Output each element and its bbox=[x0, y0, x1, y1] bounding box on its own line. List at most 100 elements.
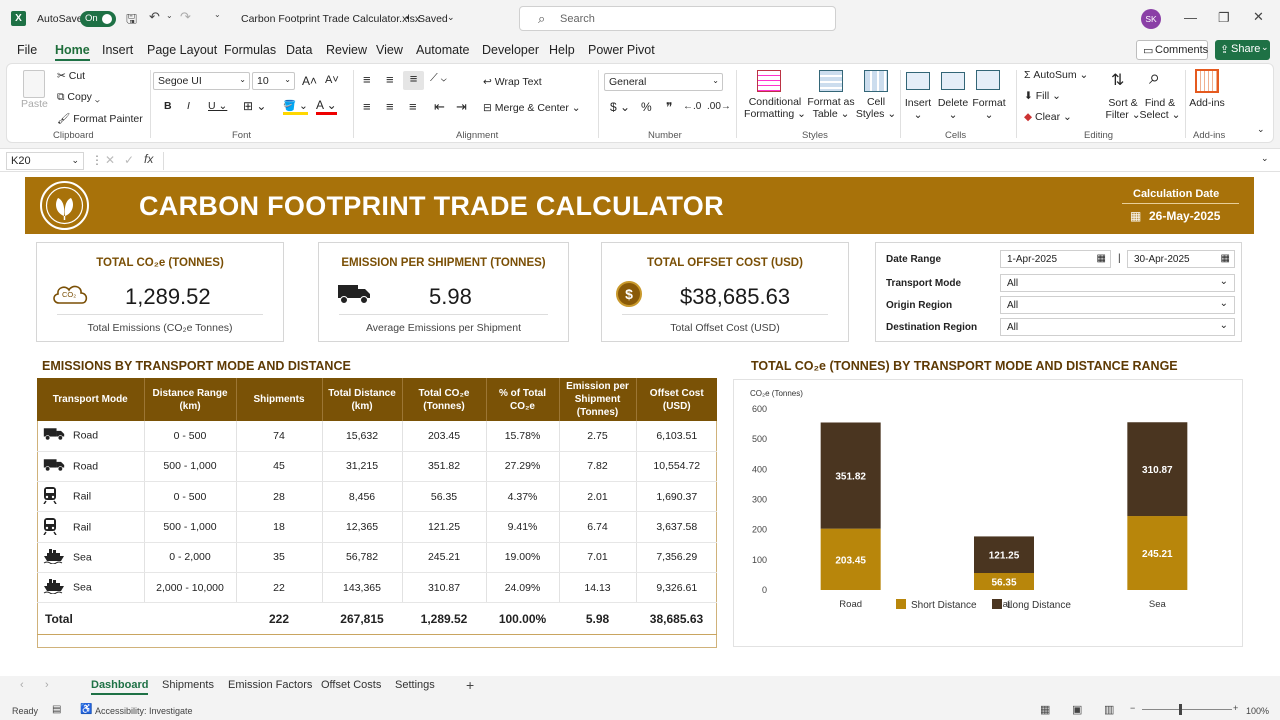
fill-color-icon[interactable]: 🪣 ⌄ bbox=[283, 99, 308, 115]
increase-indent-icon[interactable]: ⇥ bbox=[456, 99, 467, 115]
more-options-icon[interactable]: ⋮ bbox=[91, 153, 103, 167]
font-size-select[interactable]: 10 ⌄ bbox=[252, 72, 295, 90]
customize-toolbar-icon[interactable]: ⌄ bbox=[214, 10, 221, 19]
align-bottom-icon[interactable]: ≡ bbox=[403, 71, 424, 90]
scroll-left-icon[interactable]: ‹ bbox=[20, 679, 24, 691]
normal-view-icon[interactable]: ▦ bbox=[1040, 703, 1050, 716]
decrease-indent-icon[interactable]: ⇤ bbox=[434, 99, 445, 115]
collapse-ribbon-icon[interactable]: ⌄ bbox=[1257, 124, 1265, 135]
cell-transport-mode[interactable]: Road bbox=[37, 421, 145, 452]
cell-cost[interactable]: 3,637.58 bbox=[636, 511, 717, 543]
align-middle-icon[interactable]: ≡ bbox=[386, 72, 394, 87]
cell-per[interactable]: 7.01 bbox=[559, 542, 637, 573]
cell-co2[interactable]: 310.87 bbox=[402, 572, 487, 604]
user-avatar[interactable]: SK bbox=[1141, 9, 1161, 29]
cell-empty[interactable] bbox=[144, 602, 236, 636]
cell-cost[interactable]: 9,326.61 bbox=[636, 572, 717, 604]
cell-per[interactable]: 14.13 bbox=[559, 572, 637, 604]
cell-co2[interactable]: 245.21 bbox=[402, 542, 487, 573]
add-sheet-icon[interactable]: + bbox=[466, 677, 474, 693]
comma-style-icon[interactable]: ❞ bbox=[666, 100, 672, 114]
saved-chevron-icon[interactable]: ⌄ bbox=[447, 12, 455, 23]
expand-formula-icon[interactable]: ⌄ bbox=[1261, 153, 1269, 164]
format-button[interactable]: Format ⌄ bbox=[971, 97, 1007, 121]
align-center-icon[interactable]: ≡ bbox=[386, 99, 394, 114]
italic-icon[interactable]: I bbox=[187, 100, 190, 112]
insert-cells-icon[interactable] bbox=[906, 72, 930, 90]
saved-status[interactable]: Saved bbox=[418, 13, 448, 25]
percent-icon[interactable]: % bbox=[641, 100, 652, 114]
cell-range[interactable]: 0 - 500 bbox=[144, 481, 237, 513]
header-offset-cost[interactable]: Offset Cost (USD) bbox=[636, 378, 717, 421]
cell-range[interactable]: 500 - 1,000 bbox=[144, 511, 237, 543]
clear-button[interactable]: ◆ Clear ⌄ bbox=[1024, 111, 1072, 123]
format-as-table-button[interactable]: Format as Table ⌄ bbox=[803, 96, 859, 120]
sheet-tab-offset-costs[interactable]: Offset Costs bbox=[321, 679, 381, 691]
total-cost[interactable]: 38,685.63 bbox=[636, 602, 717, 636]
date-to-picker[interactable]: 30-Apr-2025 ▦ bbox=[1127, 250, 1235, 268]
transport-mode-select[interactable]: All ⌄ bbox=[1000, 274, 1235, 292]
menu-insert[interactable]: Insert bbox=[102, 43, 133, 57]
decrease-font-icon[interactable]: A˅ bbox=[325, 74, 339, 86]
cell-distance[interactable]: 56,782 bbox=[322, 542, 403, 573]
cell-range[interactable]: 0 - 2,000 bbox=[144, 542, 237, 573]
conditional-formatting-icon[interactable] bbox=[757, 70, 781, 92]
font-color-icon[interactable]: A ⌄ bbox=[316, 98, 337, 115]
header-total-distance[interactable]: Total Distance (km) bbox=[322, 378, 403, 421]
share-button[interactable]: ⇪ Share ⌄ bbox=[1215, 40, 1270, 60]
menu-automate[interactable]: Automate bbox=[416, 43, 470, 57]
macro-record-icon[interactable]: ▤ bbox=[52, 704, 61, 715]
cell-cost[interactable]: 7,356.29 bbox=[636, 542, 717, 573]
increase-font-icon[interactable]: A˄ bbox=[302, 74, 317, 88]
addins-icon[interactable] bbox=[1195, 69, 1219, 93]
font-family-select[interactable]: Segoe UI ⌄ bbox=[153, 72, 250, 90]
cell-co2[interactable]: 351.82 bbox=[402, 451, 487, 483]
menu-file[interactable]: File bbox=[17, 43, 37, 57]
total-co2[interactable]: 1,289.52 bbox=[402, 602, 486, 636]
zoom-slider[interactable] bbox=[1142, 709, 1232, 710]
undo-dropdown-icon[interactable]: ⌄ bbox=[166, 11, 173, 20]
comments-button[interactable]: ▭ Comments bbox=[1136, 40, 1208, 60]
sheet-tab-emission-factors[interactable]: Emission Factors bbox=[228, 679, 312, 691]
paste-icon[interactable] bbox=[23, 70, 45, 98]
header-shipments[interactable]: Shipments bbox=[236, 378, 323, 421]
total-pct[interactable]: 100.00% bbox=[486, 602, 559, 636]
number-format-select[interactable]: General ⌄ bbox=[604, 73, 723, 91]
cell-distance[interactable]: 143,365 bbox=[322, 572, 403, 604]
paste-button[interactable]: Paste bbox=[21, 98, 48, 110]
cell-per[interactable]: 2.01 bbox=[559, 481, 637, 513]
search-box[interactable]: ⌕ Search bbox=[519, 6, 836, 31]
cell-cost[interactable]: 6,103.51 bbox=[636, 421, 717, 452]
page-layout-view-icon[interactable]: ▣ bbox=[1072, 703, 1082, 716]
insert-function-icon[interactable]: fx bbox=[144, 152, 153, 166]
cut-button[interactable]: ✂ Cut bbox=[57, 70, 85, 82]
orientation-icon[interactable]: ⟋ ⌄ bbox=[430, 72, 447, 85]
addins-button[interactable]: Add-ins bbox=[1187, 97, 1227, 109]
cell-styles-button[interactable]: Cell Styles ⌄ bbox=[853, 96, 899, 120]
minimize-icon[interactable]: — bbox=[1184, 10, 1197, 25]
cell-distance[interactable]: 12,365 bbox=[322, 511, 403, 543]
header-distance-range[interactable]: Distance Range (km) bbox=[144, 378, 237, 421]
autosum-button[interactable]: Σ AutoSum ⌄ bbox=[1024, 69, 1088, 81]
menu-review[interactable]: Review bbox=[326, 43, 367, 57]
menu-data[interactable]: Data bbox=[286, 43, 312, 57]
cell-co2[interactable]: 56.35 bbox=[402, 481, 487, 513]
origin-region-select[interactable]: All ⌄ bbox=[1000, 296, 1235, 314]
bold-icon[interactable]: B bbox=[164, 100, 172, 112]
cell-range[interactable]: 500 - 1,000 bbox=[144, 451, 237, 483]
cell-transport-mode[interactable]: Rail bbox=[37, 511, 145, 543]
insert-button[interactable]: Insert ⌄ bbox=[901, 97, 935, 121]
menu-page-layout[interactable]: Page Layout bbox=[147, 43, 217, 57]
find-select-button[interactable]: Find & Select ⌄ bbox=[1138, 97, 1182, 121]
cell-transport-mode[interactable]: Rail bbox=[37, 481, 145, 513]
chart-area[interactable]: CO₂e (Tonnes) 0 100 200 300 400 500 600 203.45 35… bbox=[733, 379, 1243, 647]
cell-per[interactable]: 6.74 bbox=[559, 511, 637, 543]
page-break-view-icon[interactable]: ▥ bbox=[1104, 703, 1114, 716]
cell-shipments[interactable]: 45 bbox=[236, 451, 323, 483]
cell-shipments[interactable]: 74 bbox=[236, 421, 323, 452]
decrease-decimal-icon[interactable]: .00→ bbox=[707, 101, 731, 112]
scroll-right-icon[interactable]: › bbox=[45, 679, 49, 691]
cell-distance[interactable]: 31,215 bbox=[322, 451, 403, 483]
total-label[interactable]: Total bbox=[37, 602, 144, 636]
cell-pct[interactable]: 4.37% bbox=[486, 481, 560, 513]
